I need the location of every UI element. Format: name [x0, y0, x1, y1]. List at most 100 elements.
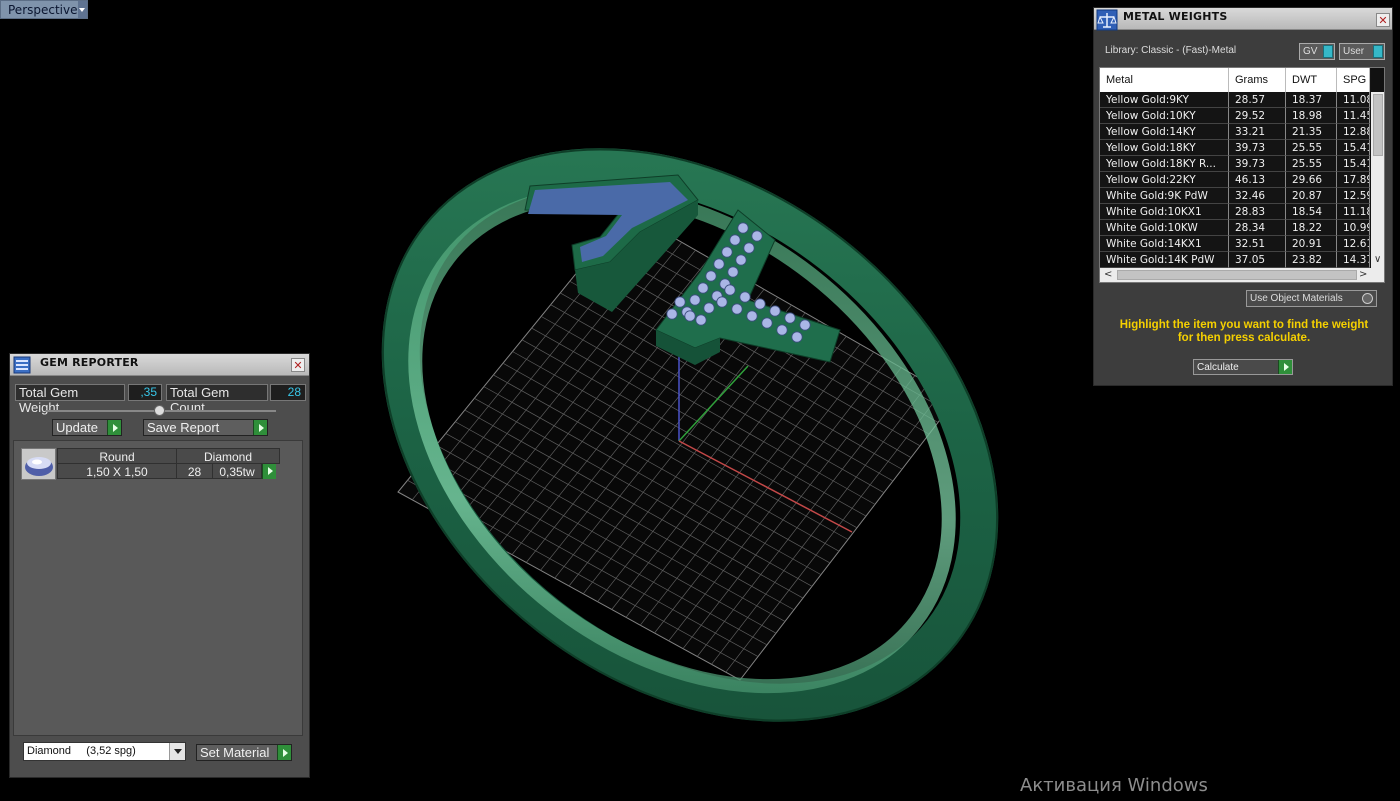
pave-stone	[729, 234, 741, 246]
metal-grams: 32.46	[1229, 188, 1286, 204]
metal-spg: 11.08	[1337, 92, 1370, 108]
pave-stone	[754, 298, 766, 310]
metal-grams: 37.05	[1229, 252, 1286, 268]
metal-name: Yellow Gold:9KY	[1100, 92, 1229, 108]
gv-toggle[interactable]: GV	[1299, 43, 1335, 60]
metal-dwt: 18.22	[1286, 220, 1337, 236]
column-header-metal[interactable]: Metal	[1100, 68, 1229, 92]
metal-dwt: 18.37	[1286, 92, 1337, 108]
material-select[interactable]: Diamond (3,52 spg)	[23, 742, 186, 761]
use-object-materials-toggle[interactable]: Use Object Materials	[1246, 290, 1377, 307]
update-button[interactable]: Update	[52, 419, 122, 436]
gem-list[interactable]: Round Diamond 1,50 X 1,50 28 0,35tw	[13, 440, 303, 736]
pave-stone	[724, 284, 736, 296]
metal-spg: 15.41	[1337, 140, 1370, 156]
close-icon[interactable]: ✕	[1376, 13, 1390, 27]
table-row[interactable]: Yellow Gold:9KY28.5718.3711.08	[1100, 92, 1370, 108]
metal-spg: 15.41	[1337, 156, 1370, 172]
save-report-button[interactable]: Save Report	[143, 419, 268, 436]
metal-grams: 39.73	[1229, 156, 1286, 172]
set-material-button[interactable]: Set Material	[196, 744, 292, 761]
column-header-spg[interactable]: SPG	[1337, 68, 1370, 92]
metal-grams: 33.21	[1229, 124, 1286, 140]
user-toggle[interactable]: User	[1339, 43, 1385, 60]
metal-spg: 12.59	[1337, 188, 1370, 204]
total-gem-count-value: 28	[270, 384, 306, 401]
gem-reporter-titlebar[interactable]: GEM REPORTER ✕	[10, 354, 309, 376]
metal-name: Yellow Gold:18KY R...	[1100, 156, 1229, 172]
metal-grams: 28.34	[1229, 220, 1286, 236]
gv-toggle-label: GV	[1303, 46, 1318, 57]
chevron-down-icon[interactable]	[169, 743, 185, 760]
metal-spg: 14.37	[1337, 252, 1370, 268]
table-row[interactable]: White Gold:9K PdW32.4620.8712.59	[1100, 188, 1370, 204]
pave-stone	[737, 222, 749, 234]
metal-dwt: 29.66	[1286, 172, 1337, 188]
metal-name: Yellow Gold:18KY	[1100, 140, 1229, 156]
round-diamond-icon[interactable]	[21, 448, 56, 480]
scrollbar-thumb[interactable]	[1117, 270, 1357, 280]
metal-name: White Gold:14K PdW	[1100, 252, 1229, 268]
table-row[interactable]: Yellow Gold:18KY R...39.7325.5515.41	[1100, 156, 1370, 172]
pave-stone	[689, 294, 701, 306]
pave-stone	[666, 308, 678, 320]
gem-weight: 0,35tw	[212, 463, 262, 479]
scrollbar-thumb[interactable]	[1373, 94, 1383, 156]
table-row[interactable]: Yellow Gold:10KY29.5218.9811.45	[1100, 108, 1370, 124]
calculate-button-label: Calculate	[1197, 361, 1239, 373]
metal-weights-titlebar[interactable]: METAL WEIGHTS ✕	[1094, 8, 1392, 31]
toggle-indicator	[1323, 45, 1333, 58]
slider-handle[interactable]	[154, 405, 165, 416]
chevron-down-icon[interactable]	[77, 1, 87, 18]
metal-table[interactable]: Metal Grams DWT SPG Yellow Gold:9KY 28.57…	[1099, 67, 1385, 283]
metal-spg: 12.88	[1337, 124, 1370, 140]
table-row[interactable]: White Gold:14K PdW37.0523.8214.37	[1100, 252, 1370, 268]
table-row[interactable]: Yellow Gold:14KY33.2121.3512.88	[1100, 124, 1370, 140]
metal-name: White Gold:10KW	[1100, 220, 1229, 236]
horizontal-scrollbar[interactable]: < >	[1100, 268, 1384, 282]
pave-stone	[727, 266, 739, 278]
metal-grams: 28.83	[1229, 204, 1286, 220]
view-selector[interactable]: Perspective	[0, 0, 88, 19]
library-label: Library: Classic - (Fast)-Metal	[1105, 45, 1237, 56]
metal-dwt: 18.54	[1286, 204, 1337, 220]
gem-reporter-title: GEM REPORTER	[40, 356, 139, 369]
metal-weights-panel: METAL WEIGHTS ✕ Library: Classic - (Fast…	[1093, 7, 1393, 386]
gem-shape: Round	[57, 448, 177, 464]
pave-stone	[721, 246, 733, 258]
vertical-scrollbar[interactable]: ∨	[1371, 68, 1384, 268]
view-selector-label: Perspective	[8, 2, 78, 17]
calculate-button[interactable]: Calculate	[1193, 359, 1293, 375]
gem-count: 28	[176, 463, 213, 479]
pave-stone	[735, 254, 747, 266]
gem-select-button[interactable]	[262, 463, 279, 479]
pave-stone	[751, 230, 763, 242]
set-material-button-label: Set Material	[200, 745, 270, 760]
pave-stone	[716, 296, 728, 308]
chevron-left-icon[interactable]: <	[1104, 269, 1112, 280]
column-header-dwt[interactable]: DWT	[1286, 68, 1337, 92]
metal-name: Yellow Gold:10KY	[1100, 108, 1229, 124]
metal-dwt: 25.55	[1286, 140, 1337, 156]
table-row[interactable]: White Gold:14KX132.5120.9112.61	[1100, 236, 1370, 252]
table-row[interactable]: Yellow Gold:18KY39.7325.5515.41	[1100, 140, 1370, 156]
pave-stone	[739, 291, 751, 303]
gem-material: Diamond	[176, 448, 280, 464]
scrollbar-top-fill	[1371, 68, 1384, 92]
use-object-materials-label: Use Object Materials	[1250, 293, 1343, 304]
metal-spg: 10.99	[1337, 220, 1370, 236]
metal-dwt: 20.87	[1286, 188, 1337, 204]
gem-size: 1,50 X 1,50	[57, 463, 177, 479]
column-header-grams[interactable]: Grams	[1229, 68, 1286, 92]
chevron-right-icon[interactable]: >	[1359, 269, 1367, 280]
pave-stone	[799, 319, 811, 331]
table-row[interactable]: White Gold:10KX128.8318.5411.18	[1100, 204, 1370, 220]
table-row[interactable]: Yellow Gold:22KY46.1329.6617.89	[1100, 172, 1370, 188]
close-icon[interactable]: ✕	[291, 358, 305, 372]
table-row[interactable]: White Gold:10KW28.3418.2210.99	[1100, 220, 1370, 236]
save-report-button-label: Save Report	[147, 420, 220, 435]
play-icon	[277, 745, 291, 760]
chevron-down-icon[interactable]: ∨	[1374, 254, 1381, 265]
pave-stone	[674, 296, 686, 308]
metal-name: Yellow Gold:22KY	[1100, 172, 1229, 188]
